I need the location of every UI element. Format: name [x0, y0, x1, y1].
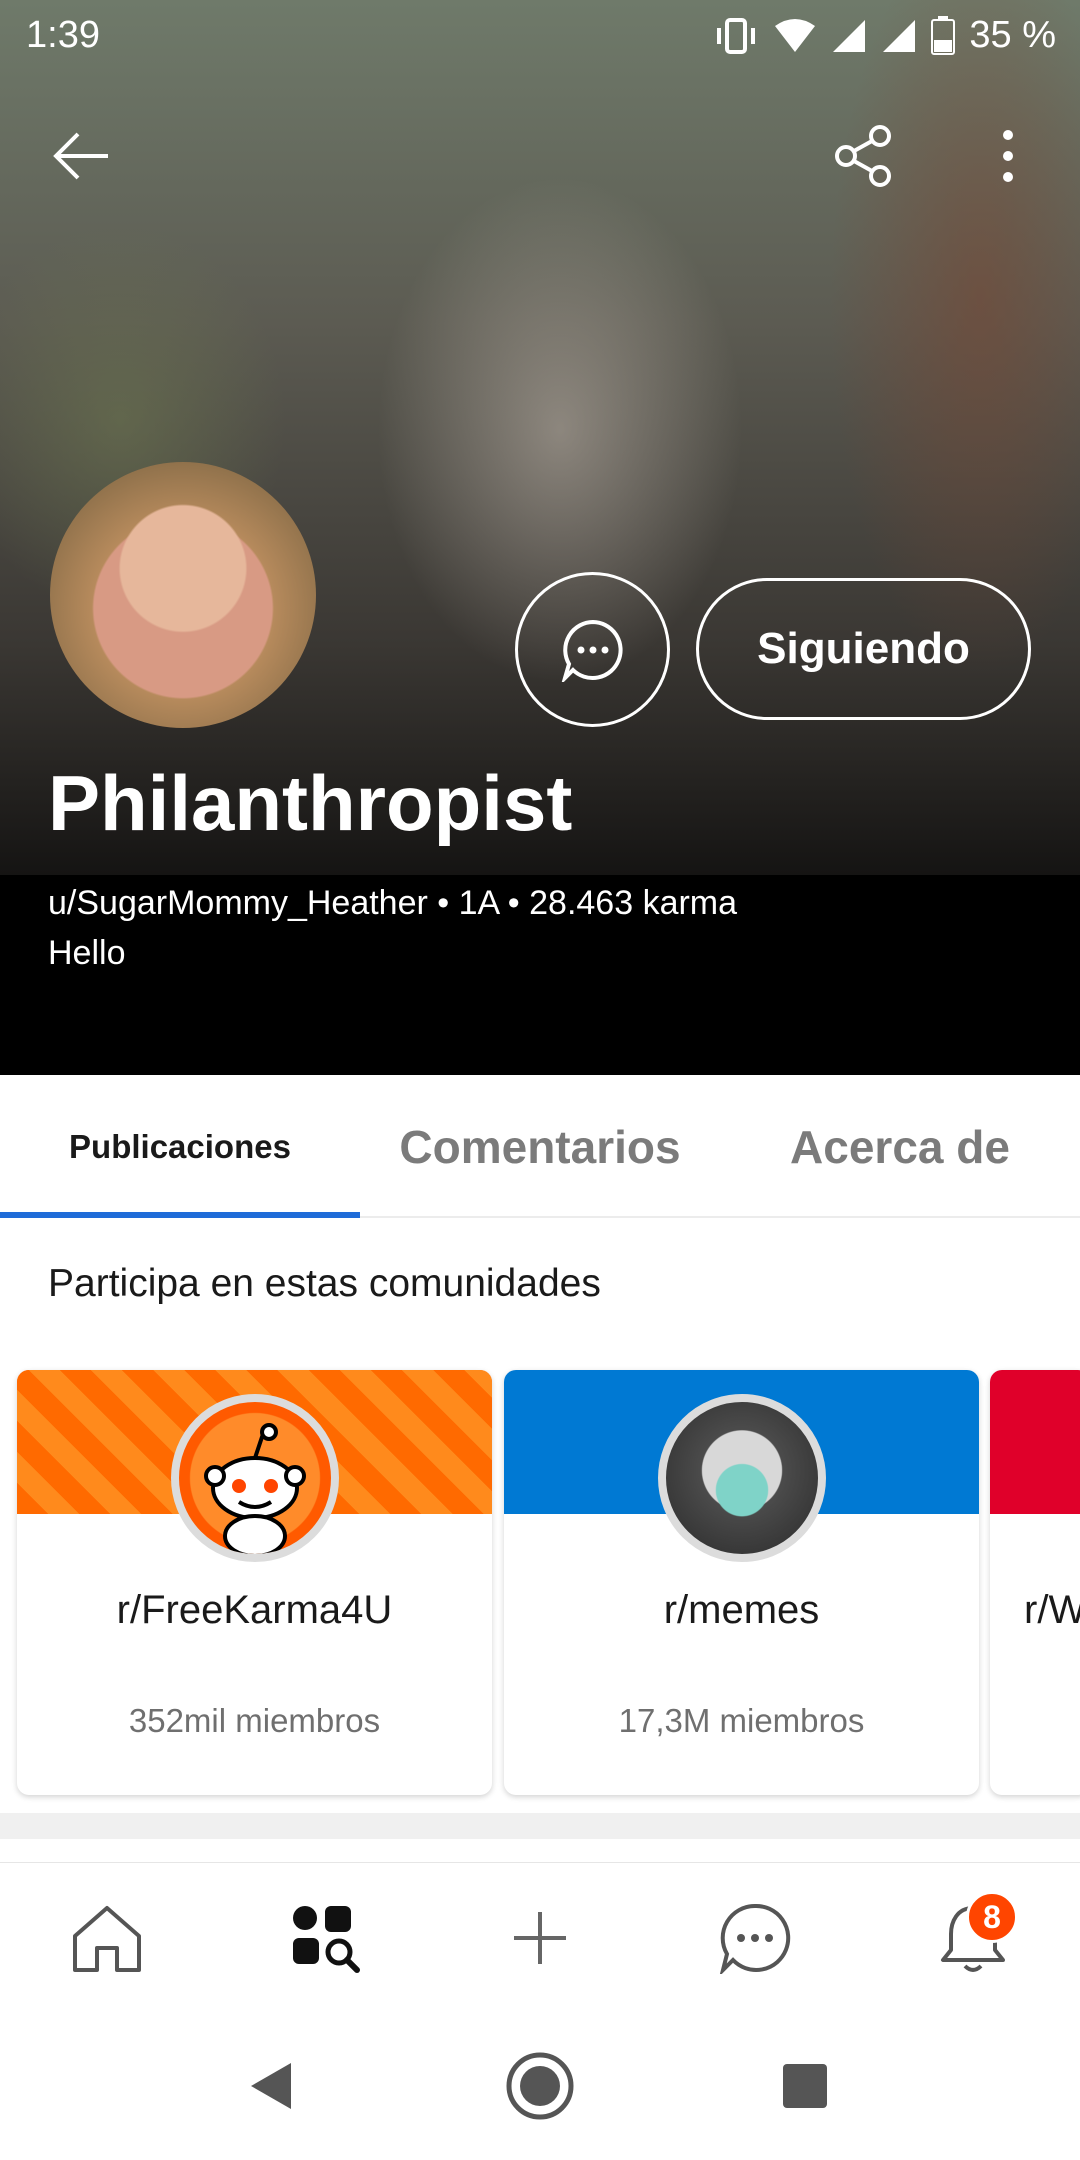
section-divider — [0, 1813, 1080, 1839]
profile-bio: Hello — [48, 934, 126, 972]
nav-chat[interactable] — [700, 1883, 810, 1993]
community-name: r/W — [1024, 1588, 1080, 1632]
arrow-left-icon — [53, 132, 108, 180]
nav-home[interactable] — [52, 1883, 162, 1993]
tab-comments[interactable]: Comentarios — [360, 1075, 720, 1218]
more-options-button[interactable] — [968, 116, 1048, 196]
nav-inbox[interactable]: 8 — [918, 1883, 1028, 1993]
tab-posts[interactable]: Publicaciones — [0, 1075, 360, 1218]
nav-discover[interactable] — [270, 1883, 380, 1993]
profile-tabs: Publicaciones Comentarios Acerca de — [0, 1075, 1080, 1218]
status-time: 1:39 — [26, 14, 100, 56]
square-recents-icon — [783, 2064, 827, 2108]
community-avatar — [170, 1394, 339, 1562]
battery-percent: 35 % — [969, 14, 1056, 56]
community-card[interactable]: r/W — [990, 1370, 1080, 1795]
status-icons: 35 % — [713, 14, 1056, 57]
wifi-icon — [775, 18, 816, 52]
share-icon — [835, 125, 891, 187]
community-card[interactable]: r/memes 17,3M miembros — [504, 1370, 979, 1795]
signal-icon-2 — [883, 19, 916, 52]
profile-avatar — [50, 462, 316, 728]
status-bar: 1:39 35 % — [0, 0, 1080, 72]
discover-icon — [293, 1906, 360, 1973]
home-icon — [73, 1906, 141, 1972]
community-banner — [990, 1370, 1080, 1514]
triangle-back-icon — [251, 2063, 291, 2109]
circle-home-icon — [506, 2052, 574, 2120]
community-members: 17,3M miembros — [618, 1702, 865, 1739]
nav-create[interactable] — [485, 1883, 595, 1993]
profile-display-name: Philanthropist — [48, 759, 573, 847]
following-button[interactable]: Siguiendo — [696, 578, 1031, 720]
back-button[interactable] — [42, 116, 122, 196]
vibrate-icon — [717, 17, 756, 54]
tab-about[interactable]: Acerca de — [720, 1075, 1080, 1218]
system-recents-button[interactable] — [765, 2046, 845, 2126]
share-button[interactable] — [824, 116, 904, 196]
system-home-button[interactable] — [500, 2046, 580, 2126]
snoo-icon — [203, 1423, 306, 1554]
community-name: r/memes — [663, 1588, 820, 1632]
community-members: 352mil miembros — [128, 1702, 381, 1739]
bottom-navigation: 8 — [0, 1862, 1080, 2012]
chat-bubble-icon — [561, 619, 623, 682]
community-card[interactable]: r/FreeKarma4U 352mil miembros — [17, 1370, 492, 1795]
system-navigation-bar — [0, 2012, 1080, 2160]
signal-icon — [833, 19, 866, 52]
community-name: r/FreeKarma4U — [116, 1588, 393, 1632]
start-chat-button[interactable] — [515, 572, 670, 727]
plus-icon — [514, 1912, 566, 1964]
profile-meta: u/SugarMommy_Heather • 1A • 28.463 karma — [48, 884, 738, 922]
notification-badge: 8 — [966, 1891, 1018, 1943]
battery-icon — [931, 15, 956, 55]
chat-icon — [719, 1903, 791, 1974]
communities-title: Participa en estas comunidades — [48, 1262, 601, 1305]
more-vertical-icon — [1003, 130, 1013, 182]
system-back-button[interactable] — [230, 2046, 310, 2126]
community-avatar — [657, 1394, 826, 1562]
